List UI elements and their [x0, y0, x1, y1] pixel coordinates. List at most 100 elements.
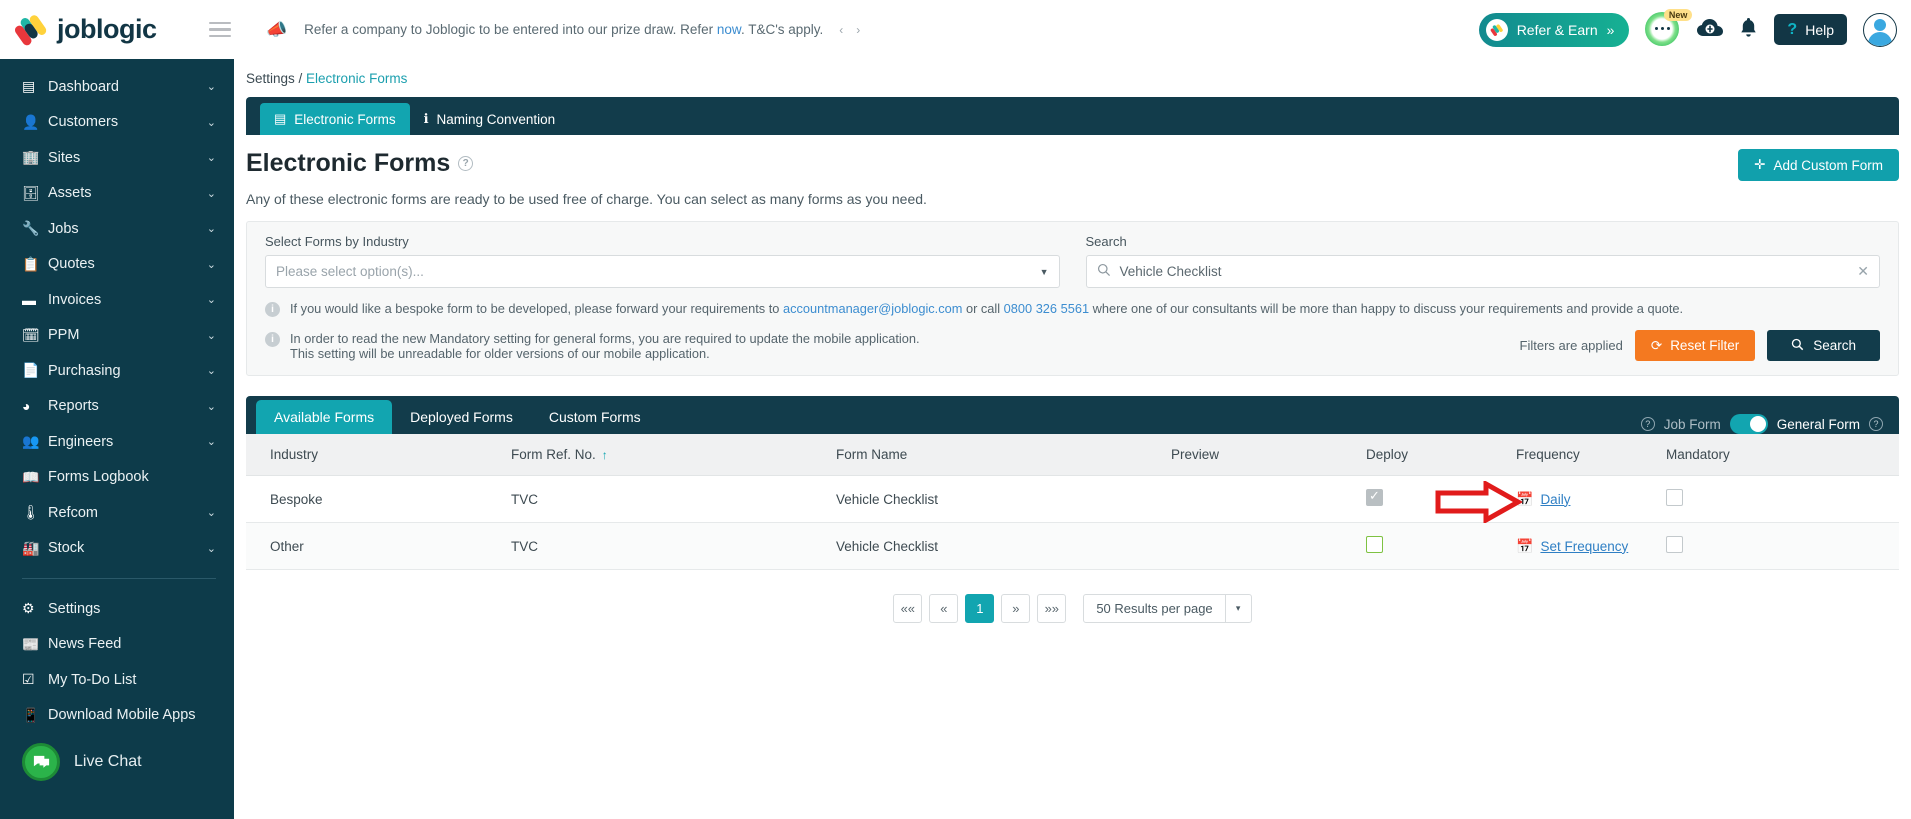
search-input-wrapper[interactable]: Vehicle Checklist ✕	[1085, 255, 1880, 288]
subtab-naming-convention[interactable]: ℹ Naming Convention	[410, 103, 570, 135]
tab-deployed-forms[interactable]: Deployed Forms	[392, 400, 531, 434]
chevron-down-icon[interactable]: ⌄	[207, 293, 216, 306]
banner-next-icon[interactable]: ›	[856, 23, 860, 37]
account-manager-email-link[interactable]: accountmanager@joblogic.com	[783, 301, 962, 316]
search-button[interactable]: Search	[1767, 330, 1880, 361]
col-header-preview: Preview	[1161, 434, 1356, 476]
chevron-down-icon[interactable]: ⌄	[207, 329, 216, 342]
pagination-prev[interactable]: «	[929, 594, 959, 623]
logo-area[interactable]: joblogic	[0, 13, 205, 47]
refer-and-earn-button[interactable]: Refer & Earn »	[1478, 12, 1630, 47]
sidebar-item-refcom[interactable]: 🌡 Refcom ⌄	[0, 495, 234, 531]
live-chat-button[interactable]: Live Chat	[0, 733, 234, 791]
sidebar-item-customers[interactable]: 👤 Customers ⌄	[0, 105, 234, 141]
subtab-electronic-forms[interactable]: ▤ Electronic Forms	[260, 103, 410, 135]
sidebar-item-news-feed[interactable]: 📰 News Feed	[0, 627, 234, 663]
frequency-link[interactable]: Daily	[1540, 492, 1570, 507]
industry-select[interactable]: Please select option(s)... ▼	[265, 255, 1060, 288]
help-label: Help	[1805, 21, 1834, 38]
frequency-control[interactable]: 📅 Daily	[1516, 491, 1646, 508]
reset-filter-button[interactable]: ⟳ Reset Filter	[1634, 330, 1756, 361]
mobile-icon: 📱	[22, 706, 40, 723]
chat-widget[interactable]: New	[1645, 8, 1693, 48]
sidebar-item-dashboard[interactable]: ▤ Dashboard ⌄	[0, 69, 234, 105]
chevron-down-icon[interactable]: ⌄	[207, 222, 216, 235]
page-help-icon[interactable]: ?	[458, 156, 474, 171]
tab-custom-forms[interactable]: Custom Forms	[531, 400, 659, 434]
add-custom-form-label: Add Custom Form	[1773, 157, 1883, 173]
help-button[interactable]: ? Help	[1774, 14, 1847, 45]
breadcrumb-root[interactable]: Settings	[246, 71, 295, 86]
sidebar-item-forms-logbook[interactable]: 📖 Forms Logbook	[0, 460, 234, 496]
deploy-checkbox[interactable]	[1366, 488, 1383, 506]
form-type-switch[interactable]	[1729, 414, 1768, 434]
chevron-down-icon[interactable]: ⌄	[207, 80, 216, 93]
bespoke-notice-text: If you would like a bespoke form to be d…	[290, 301, 1683, 316]
banner-now-link[interactable]: now	[717, 22, 741, 37]
banner-prev-icon[interactable]: ‹	[839, 23, 843, 37]
mandatory-checkbox[interactable]	[1666, 536, 1683, 553]
page-title: Electronic Forms ?	[246, 149, 474, 178]
chevron-down-icon[interactable]: ⌄	[207, 364, 216, 377]
info-icon: i	[265, 332, 280, 347]
user-avatar[interactable]	[1863, 12, 1897, 47]
search-field: Search Vehicle Checklist ✕	[1085, 234, 1880, 288]
menu-toggle-icon[interactable]	[209, 21, 231, 38]
sidebar-item-sites[interactable]: 🏢 Sites ⌄	[0, 140, 234, 176]
chevron-down-icon[interactable]: ⌄	[207, 187, 216, 200]
pagination-next[interactable]: »	[1001, 594, 1031, 623]
mandatory-notice-line2: This setting will be unreadable for olde…	[290, 346, 710, 361]
avatar-head	[1874, 18, 1886, 31]
col-header-form-ref[interactable]: Form Ref. No. ↑	[501, 434, 826, 476]
sidebar-item-invoices[interactable]: ▬ Invoices ⌄	[0, 282, 234, 318]
search-input-value[interactable]: Vehicle Checklist	[1120, 264, 1222, 279]
general-form-help-icon[interactable]: ?	[1869, 417, 1883, 431]
reset-filter-label: Reset Filter	[1670, 338, 1740, 353]
frequency-link[interactable]: Set Frequency	[1540, 539, 1628, 554]
sidebar-item-quotes[interactable]: 📋 Quotes ⌄	[0, 247, 234, 283]
sidebar-item-my-to-do-list[interactable]: ☑ My To-Do List	[0, 662, 234, 698]
sidebar-item-reports[interactable]: ◕ Reports ⌄	[0, 389, 234, 425]
pagination-page-1[interactable]: 1	[965, 594, 995, 623]
sidebar-item-stock[interactable]: 🏭 Stock ⌄	[0, 531, 234, 567]
results-per-page-select[interactable]: 50 Results per page ▾	[1083, 594, 1252, 623]
chevron-down-icon[interactable]: ⌄	[207, 542, 216, 555]
add-custom-form-button[interactable]: ✛ Add Custom Form	[1738, 149, 1899, 181]
sync-cloud-icon[interactable]	[1697, 18, 1724, 42]
chevron-down-icon[interactable]: ⌄	[207, 435, 216, 448]
cell-industry: Other	[246, 522, 501, 570]
clipboard-icon: 📋	[22, 255, 40, 272]
tab-available-forms[interactable]: Available Forms	[256, 400, 393, 434]
switch-knob	[1749, 416, 1766, 432]
pagination-last[interactable]: »»	[1037, 594, 1067, 623]
chevron-down-icon[interactable]: ⌄	[207, 400, 216, 413]
sidebar-item-download-mobile-apps[interactable]: 📱 Download Mobile Apps	[0, 698, 234, 734]
sidebar-item-engineers[interactable]: 👥 Engineers ⌄	[0, 424, 234, 460]
clear-search-icon[interactable]: ✕	[1857, 263, 1869, 280]
sidebar-item-settings[interactable]: ⚙ Settings	[0, 591, 234, 627]
mandatory-checkbox[interactable]	[1666, 489, 1683, 506]
cell-frequency: 📅 Set Frequency	[1506, 522, 1656, 570]
results-per-page-label: 50 Results per page	[1096, 601, 1213, 616]
sidebar-item-purchasing[interactable]: 📄 Purchasing ⌄	[0, 353, 234, 389]
frequency-control[interactable]: 📅 Set Frequency	[1516, 538, 1646, 555]
chevron-down-icon[interactable]: ⌄	[207, 151, 216, 164]
chevron-down-icon[interactable]: ⌄	[207, 116, 216, 129]
deploy-checkbox[interactable]	[1366, 536, 1383, 553]
sidebar-item-assets[interactable]: 🗄 Assets ⌄	[0, 176, 234, 212]
phone-link[interactable]: 0800 326 5561	[1004, 301, 1089, 316]
top-bar: joblogic 📣 Refer a company to Joblogic t…	[0, 0, 1911, 59]
col-header-form-name[interactable]: Form Name	[826, 434, 1161, 476]
sidebar-item-ppm[interactable]: 🗓 PPM ⌄	[0, 318, 234, 354]
notifications-bell-icon[interactable]	[1739, 17, 1758, 42]
col-header-industry[interactable]: Industry	[246, 434, 501, 476]
sidebar-item-label: Forms Logbook	[48, 469, 149, 486]
chevron-down-icon[interactable]: ⌄	[207, 258, 216, 271]
pagination-first[interactable]: ««	[893, 594, 923, 623]
avatar-body	[1868, 31, 1892, 46]
cell-preview	[1161, 522, 1356, 570]
sidebar-item-jobs[interactable]: 🔧 Jobs ⌄	[0, 211, 234, 247]
chevron-down-icon[interactable]: ⌄	[207, 506, 216, 519]
job-form-help-icon[interactable]: ?	[1640, 417, 1655, 431]
filter-action-buttons: Filters are applied ⟳ Reset Filter Searc…	[1520, 330, 1880, 361]
